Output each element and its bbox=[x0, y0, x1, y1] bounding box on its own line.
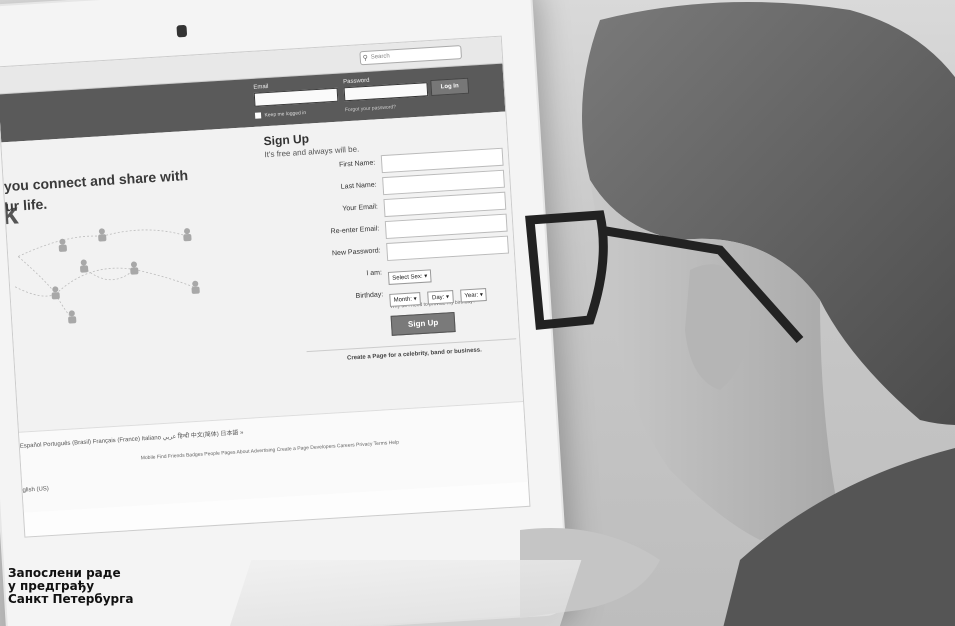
iam-label: I am: bbox=[366, 269, 383, 278]
photo-caption: Запослени раде у предграђу Санкт Петербу… bbox=[8, 567, 134, 606]
current-language[interactable]: glish (US) bbox=[22, 486, 49, 494]
photo: ⚲ Search Email Password Log In Keep me l… bbox=[0, 0, 955, 626]
forgot-password-link[interactable]: Forgot your password? bbox=[345, 104, 396, 113]
signup-button[interactable]: Sign Up bbox=[390, 311, 456, 336]
login-email-group: Email bbox=[253, 80, 339, 107]
keep-logged-in[interactable]: Keep me logged in bbox=[254, 110, 307, 119]
glasses bbox=[525, 210, 608, 330]
browser-search-input[interactable]: ⚲ Search bbox=[359, 45, 463, 66]
reenter-email-label: Re-enter Email: bbox=[330, 225, 380, 236]
year-select-value: Year: bbox=[464, 292, 479, 300]
chevron-down-icon: ▾ bbox=[479, 292, 484, 299]
sex-select-value: Select Sex: bbox=[392, 273, 423, 282]
signup-form: Sign Up It's free and always will be. Fi… bbox=[263, 120, 517, 366]
keep-logged-in-checkbox[interactable] bbox=[254, 112, 262, 119]
month-select[interactable]: Month: ▾ bbox=[389, 292, 422, 307]
footer-links[interactable]: Mobile Find Friends Badges People Pages … bbox=[141, 440, 400, 462]
tagline: you connect and share with ur life. bbox=[3, 164, 205, 216]
your-email-label: Your Email: bbox=[342, 203, 379, 213]
browser-search-placeholder: Search bbox=[370, 53, 390, 61]
login-button[interactable]: Log In bbox=[430, 77, 470, 97]
month-select-value: Month: bbox=[393, 296, 413, 304]
laptop: ⚲ Search Email Password Log In Keep me l… bbox=[0, 0, 569, 626]
keyboard bbox=[228, 560, 582, 626]
new-password-label: New Password: bbox=[331, 247, 381, 258]
last-name-label: Last Name: bbox=[340, 181, 377, 191]
search-icon: ⚲ bbox=[362, 54, 369, 63]
login-password-group: Password bbox=[343, 74, 429, 102]
email-field[interactable] bbox=[253, 87, 339, 107]
password-field[interactable] bbox=[343, 82, 429, 102]
day-select[interactable]: Day: ▾ bbox=[427, 290, 454, 305]
keep-logged-in-label: Keep me logged in bbox=[264, 110, 307, 119]
year-select[interactable]: Year: ▾ bbox=[460, 287, 488, 303]
webcam bbox=[176, 24, 188, 38]
email-label: Email bbox=[253, 83, 269, 91]
password-label: Password bbox=[343, 77, 370, 86]
laptop-screen: ⚲ Search Email Password Log In Keep me l… bbox=[0, 35, 531, 538]
birthday-label: Birthday: bbox=[355, 291, 384, 300]
main-content: k you connect and share with ur life. Si… bbox=[1, 111, 524, 432]
woman-with-glasses bbox=[520, 2, 955, 626]
day-select-value: Day: bbox=[431, 294, 445, 302]
sex-select[interactable]: Select Sex: ▾ bbox=[387, 269, 432, 285]
people-network-illustration bbox=[14, 228, 200, 324]
chevron-down-icon: ▾ bbox=[445, 294, 450, 301]
chevron-down-icon: ▾ bbox=[413, 296, 417, 303]
first-name-label: First Name: bbox=[338, 159, 376, 169]
caption-line-3: Санкт Петербурга bbox=[8, 592, 134, 606]
chevron-down-icon: ▾ bbox=[424, 273, 428, 280]
language-list[interactable]: Español Português (Brasil) Français (Fra… bbox=[20, 427, 244, 450]
